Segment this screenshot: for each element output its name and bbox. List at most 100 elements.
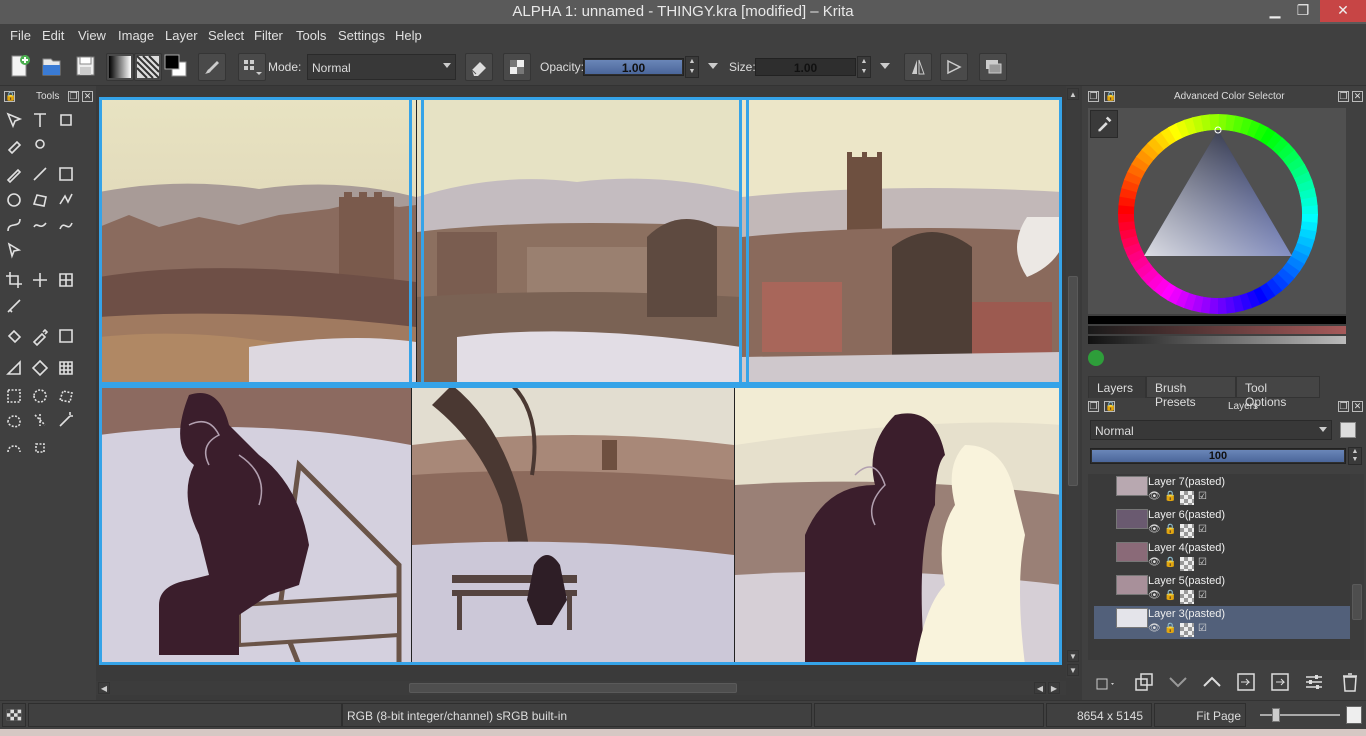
- lock-icon[interactable]: 🔒: [1104, 401, 1116, 412]
- layer-row[interactable]: Layer 6(pasted) 👁 🔒 ☑: [1094, 507, 1352, 540]
- menu-view[interactable]: View: [78, 28, 106, 43]
- multibrush-tool-button[interactable]: [30, 134, 50, 154]
- contiguous-select-tool-button[interactable]: [30, 410, 50, 430]
- gradient-tool-button[interactable]: [56, 326, 76, 346]
- rect-select-tool-button[interactable]: [4, 386, 24, 406]
- color-selector-area[interactable]: [1088, 108, 1346, 314]
- new-document-button[interactable]: [6, 53, 34, 81]
- crop-tool-button[interactable]: [4, 270, 24, 290]
- workspace-button[interactable]: [238, 53, 266, 81]
- gradient-selector-button[interactable]: [106, 53, 134, 81]
- tab-tool-options[interactable]: Tool Options: [1236, 376, 1320, 409]
- minimize-button[interactable]: ▁: [1262, 0, 1288, 22]
- close-button[interactable]: ✕: [1320, 0, 1366, 22]
- pattern-selector-button[interactable]: [134, 53, 162, 81]
- float-icon[interactable]: ❐: [1088, 401, 1099, 412]
- vertical-scroll-thumb[interactable]: [1068, 276, 1078, 486]
- zoom-level[interactable]: Fit Page: [1154, 703, 1246, 727]
- lock-icon[interactable]: 🔒: [1104, 91, 1116, 102]
- size-slider[interactable]: 1.00: [755, 58, 856, 76]
- move-layer-down-button[interactable]: [1166, 670, 1190, 694]
- menu-filter[interactable]: Filter: [254, 28, 283, 43]
- visibility-eye-icon[interactable]: 👁: [1148, 590, 1161, 601]
- color-shade-bar-1[interactable]: [1088, 326, 1346, 334]
- visibility-eye-icon[interactable]: 👁: [1148, 623, 1161, 634]
- line-tool-button[interactable]: [30, 164, 50, 184]
- magic-wand-tool-button[interactable]: [56, 410, 76, 430]
- vertical-scrollbar[interactable]: ▲ ▼ ▼: [1066, 86, 1080, 678]
- lock-icon[interactable]: 🔒: [1164, 623, 1176, 634]
- color-shade-bar-2[interactable]: [1088, 336, 1346, 344]
- inherit-alpha-icon[interactable]: ☑: [1198, 590, 1207, 601]
- lock-icon[interactable]: 🔒: [1164, 590, 1176, 601]
- image-info-icon[interactable]: [1346, 706, 1362, 724]
- close-docker-icon[interactable]: ✕: [82, 91, 93, 102]
- text-tool-button[interactable]: [30, 110, 50, 130]
- rectangle-tool-button[interactable]: [56, 164, 76, 184]
- freehand-path-tool-button[interactable]: [30, 215, 50, 235]
- size-dropdown-icon[interactable]: [880, 63, 890, 69]
- move-layer-up-button[interactable]: [1200, 670, 1224, 694]
- menu-help[interactable]: Help: [395, 28, 422, 43]
- dynamic-brush-tool-button[interactable]: [56, 215, 76, 235]
- scroll-right-icon[interactable]: ▶: [1048, 682, 1060, 694]
- color-wheel[interactable]: [1114, 110, 1324, 318]
- scroll-down-icon[interactable]: ▼: [1067, 650, 1079, 662]
- duplicate-layer-button[interactable]: [1132, 670, 1156, 694]
- fill-tool-button[interactable]: [4, 326, 24, 346]
- polygon-tool-button[interactable]: [30, 190, 50, 210]
- tab-brush-presets[interactable]: Brush Presets: [1146, 376, 1236, 409]
- close-docker-icon[interactable]: ✕: [1352, 401, 1363, 412]
- inherit-alpha-icon[interactable]: ☑: [1198, 557, 1207, 568]
- mirror-vertical-button[interactable]: [940, 53, 968, 81]
- inherit-alpha-icon[interactable]: ☑: [1198, 491, 1207, 502]
- horizontal-scrollbar[interactable]: ◀ ◀ ▶: [96, 681, 1066, 695]
- transform-tool-button[interactable]: [56, 270, 76, 290]
- layers-scrollbar[interactable]: [1350, 474, 1364, 660]
- alpha-lock-icon[interactable]: [1180, 590, 1194, 604]
- blend-mode-select[interactable]: Normal: [307, 54, 456, 80]
- ellipse-select-tool-button[interactable]: [30, 386, 50, 406]
- visibility-eye-icon[interactable]: 👁: [1148, 557, 1161, 568]
- delete-layer-button[interactable]: [1338, 670, 1362, 694]
- layer-settings-button[interactable]: [1302, 670, 1326, 694]
- lock-icon[interactable]: 🔒: [1164, 524, 1176, 535]
- alpha-lock-icon[interactable]: [1180, 524, 1194, 538]
- eraser-mode-button[interactable]: [465, 53, 493, 81]
- perspective-grid-tool-button[interactable]: [30, 358, 50, 378]
- menu-tools[interactable]: Tools: [296, 28, 326, 43]
- maximize-button[interactable]: ❐: [1290, 0, 1316, 22]
- measure-tool-button[interactable]: [4, 296, 24, 316]
- move-tool-button[interactable]: [4, 110, 24, 130]
- brush-preset-button[interactable]: [198, 53, 226, 81]
- save-button[interactable]: [72, 53, 100, 81]
- brush-tool-button[interactable]: [4, 164, 24, 184]
- scroll-up-icon[interactable]: ▲: [1067, 88, 1079, 100]
- polygon-select-tool-button[interactable]: [56, 386, 76, 406]
- alpha-lock-icon[interactable]: [1180, 623, 1194, 637]
- lock-icon[interactable]: 🔒: [1164, 557, 1176, 568]
- ellipse-tool-button[interactable]: [4, 190, 24, 210]
- inherit-alpha-icon[interactable]: ☑: [1198, 524, 1207, 535]
- assistant-tool-button[interactable]: [4, 358, 24, 378]
- freehand-select-tool-button[interactable]: [4, 410, 24, 430]
- layer-opacity-spin[interactable]: ▲ ▼: [1348, 447, 1362, 465]
- float-icon[interactable]: ❐: [1338, 91, 1349, 102]
- close-docker-icon[interactable]: ✕: [1352, 91, 1363, 102]
- menu-select[interactable]: Select: [208, 28, 244, 43]
- zoom-slider-handle[interactable]: [1272, 708, 1280, 722]
- horizontal-scroll-thumb[interactable]: [409, 683, 737, 693]
- menu-edit[interactable]: Edit: [42, 28, 64, 43]
- opacity-slider[interactable]: 1.00: [583, 58, 684, 76]
- menu-file[interactable]: File: [10, 28, 31, 43]
- refresh-icon[interactable]: [1088, 350, 1104, 366]
- layer-row[interactable]: Layer 4(pasted) 👁 🔒 ☑: [1094, 540, 1352, 573]
- float-icon[interactable]: ❐: [1338, 401, 1349, 412]
- canvas-only-toggle[interactable]: [2, 703, 26, 727]
- scroll-left-icon-2[interactable]: ◀: [1034, 682, 1046, 694]
- move-layer-tool-button[interactable]: [30, 270, 50, 290]
- open-document-button[interactable]: [38, 53, 66, 81]
- visibility-eye-icon[interactable]: 👁: [1148, 491, 1161, 502]
- menu-layer[interactable]: Layer: [165, 28, 198, 43]
- layer-row[interactable]: Layer 7(pasted) 👁 🔒 ☑: [1094, 474, 1352, 507]
